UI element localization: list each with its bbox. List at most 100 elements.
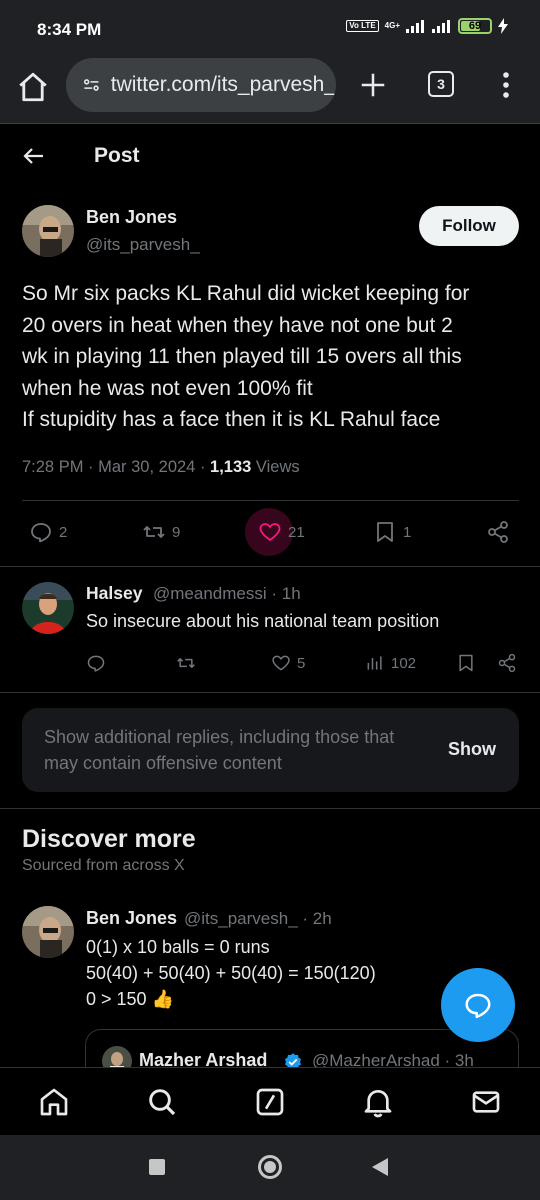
- share-button[interactable]: [486, 520, 510, 544]
- analytics-icon: [367, 656, 382, 670]
- divider: [22, 500, 519, 501]
- nav-home[interactable]: [38, 1086, 70, 1118]
- browser-home-button[interactable]: [16, 70, 50, 104]
- bookmark-button[interactable]: 1: [373, 520, 411, 544]
- reply-reply-button[interactable]: [86, 653, 106, 673]
- discover-post-line: 50(40) + 50(40) + 50(40) = 150(120): [86, 963, 376, 983]
- heart-icon: [272, 655, 290, 671]
- arrow-left-icon: [23, 148, 43, 164]
- share-icon: [488, 521, 508, 543]
- discover-post-line: 0(1) x 10 balls = 0 runs: [86, 937, 270, 957]
- status-time: 8:34 PM: [37, 20, 102, 39]
- discover-author-name[interactable]: Ben Jones: [86, 908, 177, 929]
- like-button[interactable]: 21: [258, 520, 305, 544]
- browser-toolbar: twitter.com/its_parvesh_ 3: [0, 58, 540, 124]
- hidden-replies-text: Show additional replies, including those…: [44, 727, 395, 773]
- discover-subtitle: Sourced from across X: [22, 857, 185, 874]
- more-vertical-icon: [503, 72, 509, 98]
- site-settings-icon[interactable]: [82, 74, 101, 96]
- divider: [0, 566, 540, 567]
- share-icon: [498, 653, 516, 673]
- signal-icon: [406, 20, 424, 33]
- reply-retweet-button[interactable]: [176, 653, 196, 673]
- compose-reply-fab[interactable]: [441, 968, 515, 1042]
- heart-icon: [259, 523, 281, 542]
- android-back-button[interactable]: [372, 1158, 388, 1176]
- tab-switcher-button[interactable]: 3: [428, 71, 454, 97]
- status-bar: 8:34 PM Vo LTE 4G+ 69: [0, 0, 540, 58]
- nav-grok[interactable]: [254, 1086, 286, 1118]
- discover-post-meta: @its_parvesh_ · 2h: [184, 909, 332, 928]
- android-home-dot: [264, 1161, 276, 1173]
- author-handle[interactable]: @its_parvesh_: [86, 235, 200, 255]
- author-avatar[interactable]: [22, 205, 74, 257]
- network-type: 4G+: [384, 21, 400, 30]
- charging-icon: [498, 18, 508, 34]
- retweet-button[interactable]: 9: [142, 520, 180, 544]
- discover-title: Discover more: [22, 825, 196, 853]
- messages-icon: [472, 1091, 500, 1113]
- search-icon: [149, 1089, 176, 1116]
- tweet-views-count: 1,133: [210, 458, 252, 476]
- browser-menu-button[interactable]: [500, 70, 512, 100]
- reply-button[interactable]: 2: [29, 520, 67, 544]
- signal-icon-2: [432, 20, 450, 33]
- tweet-views-label: Views: [255, 458, 300, 476]
- tweet-text-line: wk in playing 11 then played till 15 ove…: [22, 345, 462, 368]
- new-tab-button[interactable]: [358, 70, 388, 100]
- system-navigation-bar: [0, 1135, 540, 1200]
- divider: [0, 808, 540, 809]
- reply-share-button[interactable]: [497, 653, 517, 673]
- address-bar[interactable]: twitter.com/its_parvesh_: [66, 58, 336, 112]
- tweet-text-line: If stupidity has a face then it is KL Ra…: [22, 408, 441, 431]
- discover-author-avatar[interactable]: [22, 906, 74, 958]
- tweet-text-line: So Mr six packs KL Rahul did wicket keep…: [22, 282, 470, 305]
- grok-icon: [256, 1088, 284, 1116]
- page-title: Post: [94, 144, 140, 167]
- show-hidden-replies-button[interactable]: Show: [448, 739, 496, 760]
- recents-button[interactable]: [149, 1159, 165, 1175]
- tweet-text-line: 20 overs in heat when they have not one …: [22, 313, 453, 337]
- hidden-replies-banner: Show additional replies, including those…: [22, 708, 519, 792]
- home-icon: [40, 1088, 68, 1116]
- tweet-text-line: when he was not even 100% fit: [22, 376, 313, 400]
- reply-author-name[interactable]: Halsey: [86, 583, 142, 604]
- reply-bookmark-button[interactable]: [456, 653, 476, 673]
- nav-messages[interactable]: [470, 1086, 502, 1118]
- nav-search[interactable]: [146, 1086, 178, 1118]
- discover-post-age: 2h: [312, 909, 332, 928]
- retweet-icon: [143, 526, 165, 538]
- battery-percent: 69: [468, 20, 482, 32]
- home-icon: [19, 72, 47, 102]
- divider: [0, 692, 540, 693]
- back-button[interactable]: [22, 144, 46, 168]
- android-home-button[interactable]: [258, 1155, 282, 1179]
- nav-notifications[interactable]: [362, 1086, 394, 1118]
- reply-avatar[interactable]: [22, 582, 74, 634]
- reply-icon: [465, 993, 491, 1019]
- tweet-time[interactable]: 7:28 PM: [22, 458, 83, 476]
- tweet-date[interactable]: Mar 30, 2024: [98, 458, 195, 476]
- bottom-navigation: [0, 1067, 540, 1135]
- discover-author-handle[interactable]: @its_parvesh_: [184, 909, 298, 928]
- reply-views-button[interactable]: 102: [365, 653, 416, 673]
- reply-icon: [31, 523, 51, 543]
- reply-age: 1h: [281, 584, 301, 603]
- reply-count: 2: [59, 523, 68, 541]
- reply-view-count: 102: [391, 654, 417, 672]
- author-name[interactable]: Ben Jones: [86, 207, 177, 228]
- notifications-icon: [364, 1090, 392, 1118]
- volte-icon: Vo LTE: [346, 20, 379, 32]
- bookmark-icon: [459, 654, 473, 672]
- url-text: twitter.com/its_parvesh_: [110, 73, 336, 96]
- bookmark-icon: [377, 522, 393, 542]
- reply-like-count: 5: [297, 654, 306, 672]
- reply-like-button[interactable]: 5: [271, 653, 305, 673]
- battery-icon: 69: [458, 18, 492, 34]
- reply-meta: @meandmessi · 1h: [153, 584, 301, 603]
- tweet-text: So Mr six packs KL Rahul did wicket keep…: [22, 278, 522, 436]
- status-icons: Vo LTE 4G+ 69: [346, 18, 508, 34]
- reply-author-handle[interactable]: @meandmessi: [153, 584, 267, 603]
- follow-button[interactable]: Follow: [419, 206, 519, 246]
- retweet-icon: [177, 658, 195, 668]
